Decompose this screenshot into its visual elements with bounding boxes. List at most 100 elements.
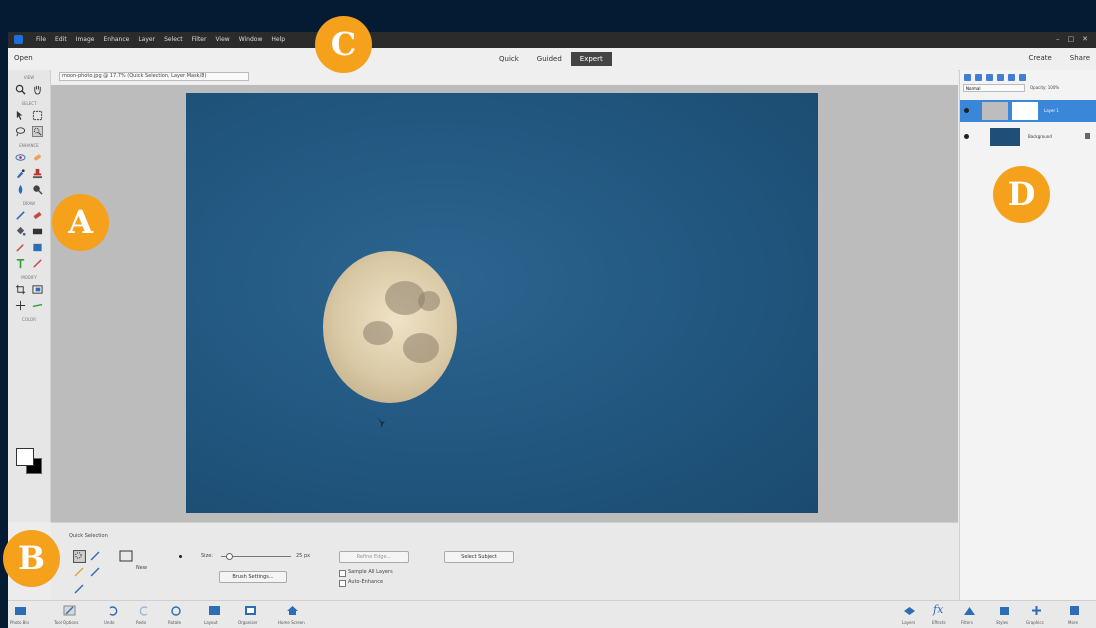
quick-selection-tool-icon[interactable] (32, 126, 43, 137)
move-tool-icon[interactable] (15, 110, 26, 121)
photo-canvas[interactable] (186, 93, 818, 513)
color-picker-tool-icon[interactable] (15, 242, 26, 253)
menu-edit[interactable]: Edit (55, 36, 67, 43)
trash-icon[interactable] (1019, 74, 1026, 81)
taskbar-label: Organizer (238, 620, 258, 625)
redo-icon[interactable] (138, 605, 151, 616)
opacity-control[interactable]: Opacity: 100% (1030, 84, 1059, 92)
menu-filter[interactable]: Filter (192, 36, 207, 43)
close-icon[interactable]: ✕ (1082, 35, 1088, 43)
document-bar: moon-photo.jpg @ 17.7% (Quick Selection,… (51, 70, 958, 84)
tool-options-icon[interactable] (63, 605, 76, 616)
content-aware-move-tool-icon[interactable] (15, 300, 26, 311)
lock-icon (1085, 133, 1090, 139)
layers-icon[interactable] (903, 605, 916, 616)
rotate-icon[interactable] (170, 605, 183, 616)
more-icon[interactable] (1068, 605, 1081, 616)
layout-icon[interactable] (208, 605, 221, 616)
menu-window[interactable]: Window (239, 36, 263, 43)
styles-icon[interactable] (998, 605, 1011, 616)
graphics-icon[interactable] (1030, 605, 1043, 616)
eraser-tool-icon[interactable] (32, 210, 43, 221)
toolbox-section-view: VIEW (23, 75, 35, 80)
menu-view[interactable]: View (215, 36, 229, 43)
new-selection-icon[interactable] (73, 550, 86, 563)
visibility-eye-icon[interactable] (964, 108, 969, 113)
menu-file[interactable]: File (36, 36, 46, 43)
sample-all-layers-label: Sample All Layers (348, 569, 393, 575)
spot-healing-tool-icon[interactable] (32, 152, 43, 163)
menu-select[interactable]: Select (164, 36, 183, 43)
taskbar-label: Filters (961, 620, 973, 625)
minimize-icon[interactable]: – (1056, 35, 1060, 43)
app-logo-icon (14, 35, 23, 44)
marquee-tool-icon[interactable] (32, 110, 43, 121)
toolbox: VIEW SELECT ENHANCE DRAW MODIFY COLOR (8, 70, 51, 522)
magic-wand-icon[interactable] (89, 566, 101, 578)
size-value[interactable]: 25 px (296, 553, 310, 559)
share-button[interactable]: Share (1070, 54, 1090, 62)
lock-icon[interactable] (1008, 74, 1015, 81)
taskbar-label: Redo (136, 620, 147, 625)
subtract-from-selection-icon[interactable] (73, 566, 85, 578)
auto-enhance-checkbox[interactable] (339, 580, 346, 587)
menu-layer[interactable]: Layer (138, 36, 155, 43)
filters-icon[interactable] (963, 605, 976, 616)
home-screen-icon[interactable] (286, 605, 299, 616)
zoom-tool-icon[interactable] (15, 84, 26, 95)
photo-bin-icon[interactable] (14, 605, 27, 616)
straighten-tool-icon[interactable] (32, 300, 43, 311)
new-group-icon[interactable] (975, 74, 982, 81)
type-tool-icon[interactable] (15, 258, 26, 269)
sample-all-layers-checkbox[interactable] (339, 570, 346, 577)
new-layer-icon[interactable] (964, 74, 971, 81)
tab-expert[interactable]: Expert (570, 52, 612, 66)
menu-help[interactable]: Help (271, 36, 285, 43)
layer-mask-icon[interactable] (997, 74, 1004, 81)
layer-row[interactable]: Background (960, 126, 1096, 148)
undo-icon[interactable] (106, 605, 119, 616)
tab-quick[interactable]: Quick (490, 52, 528, 66)
create-button[interactable]: Create (1029, 54, 1052, 62)
visibility-eye-icon[interactable] (964, 134, 969, 139)
new-selection-mode-icon[interactable] (119, 550, 133, 562)
red-eye-tool-icon[interactable] (15, 152, 26, 163)
crop-tool-icon[interactable] (15, 284, 26, 295)
opacity-value[interactable]: 100% (1048, 85, 1059, 90)
clone-stamp-tool-icon[interactable] (32, 168, 43, 179)
auto-selection-icon[interactable] (73, 583, 85, 595)
taskbar-label: Undo (104, 620, 115, 625)
paint-bucket-tool-icon[interactable] (15, 226, 26, 237)
taskbar-label: Rotate (168, 620, 182, 625)
menu-enhance[interactable]: Enhance (103, 36, 129, 43)
tab-guided[interactable]: Guided (528, 52, 571, 66)
organizer-icon[interactable] (244, 605, 257, 616)
recompose-tool-icon[interactable] (32, 284, 43, 295)
smart-brush-tool-icon[interactable] (15, 168, 26, 179)
canvas-area[interactable] (51, 85, 958, 522)
size-slider-handle[interactable] (226, 553, 233, 560)
add-to-selection-icon[interactable] (89, 550, 101, 562)
blend-mode-select[interactable]: Normal (963, 84, 1025, 92)
effects-icon[interactable]: fx (933, 603, 943, 616)
hand-tool-icon[interactable] (32, 84, 43, 95)
foreground-color-swatch[interactable] (16, 448, 34, 466)
document-tab[interactable]: moon-photo.jpg @ 17.7% (Quick Selection,… (59, 72, 249, 81)
refine-edge-button[interactable]: Refine Edge... (339, 551, 409, 563)
open-button[interactable]: Open (14, 54, 33, 62)
brush-tool-icon[interactable] (15, 210, 26, 221)
layer-row[interactable]: Layer 1 (960, 100, 1096, 122)
select-subject-button[interactable]: Select Subject (444, 551, 514, 563)
layer-mask-thumbnail (1012, 102, 1038, 120)
blur-tool-icon[interactable] (15, 184, 26, 195)
pencil-tool-icon[interactable] (32, 258, 43, 269)
shape-tool-icon[interactable] (32, 242, 43, 253)
new-adjustment-icon[interactable] (986, 74, 993, 81)
lasso-tool-icon[interactable] (15, 126, 26, 137)
menu-image[interactable]: Image (76, 36, 95, 43)
gradient-tool-icon[interactable] (32, 226, 43, 237)
bird-image (377, 417, 385, 428)
maximize-icon[interactable]: □ (1068, 35, 1075, 43)
brush-settings-button[interactable]: Brush Settings... (219, 571, 287, 583)
sponge-tool-icon[interactable] (32, 184, 43, 195)
